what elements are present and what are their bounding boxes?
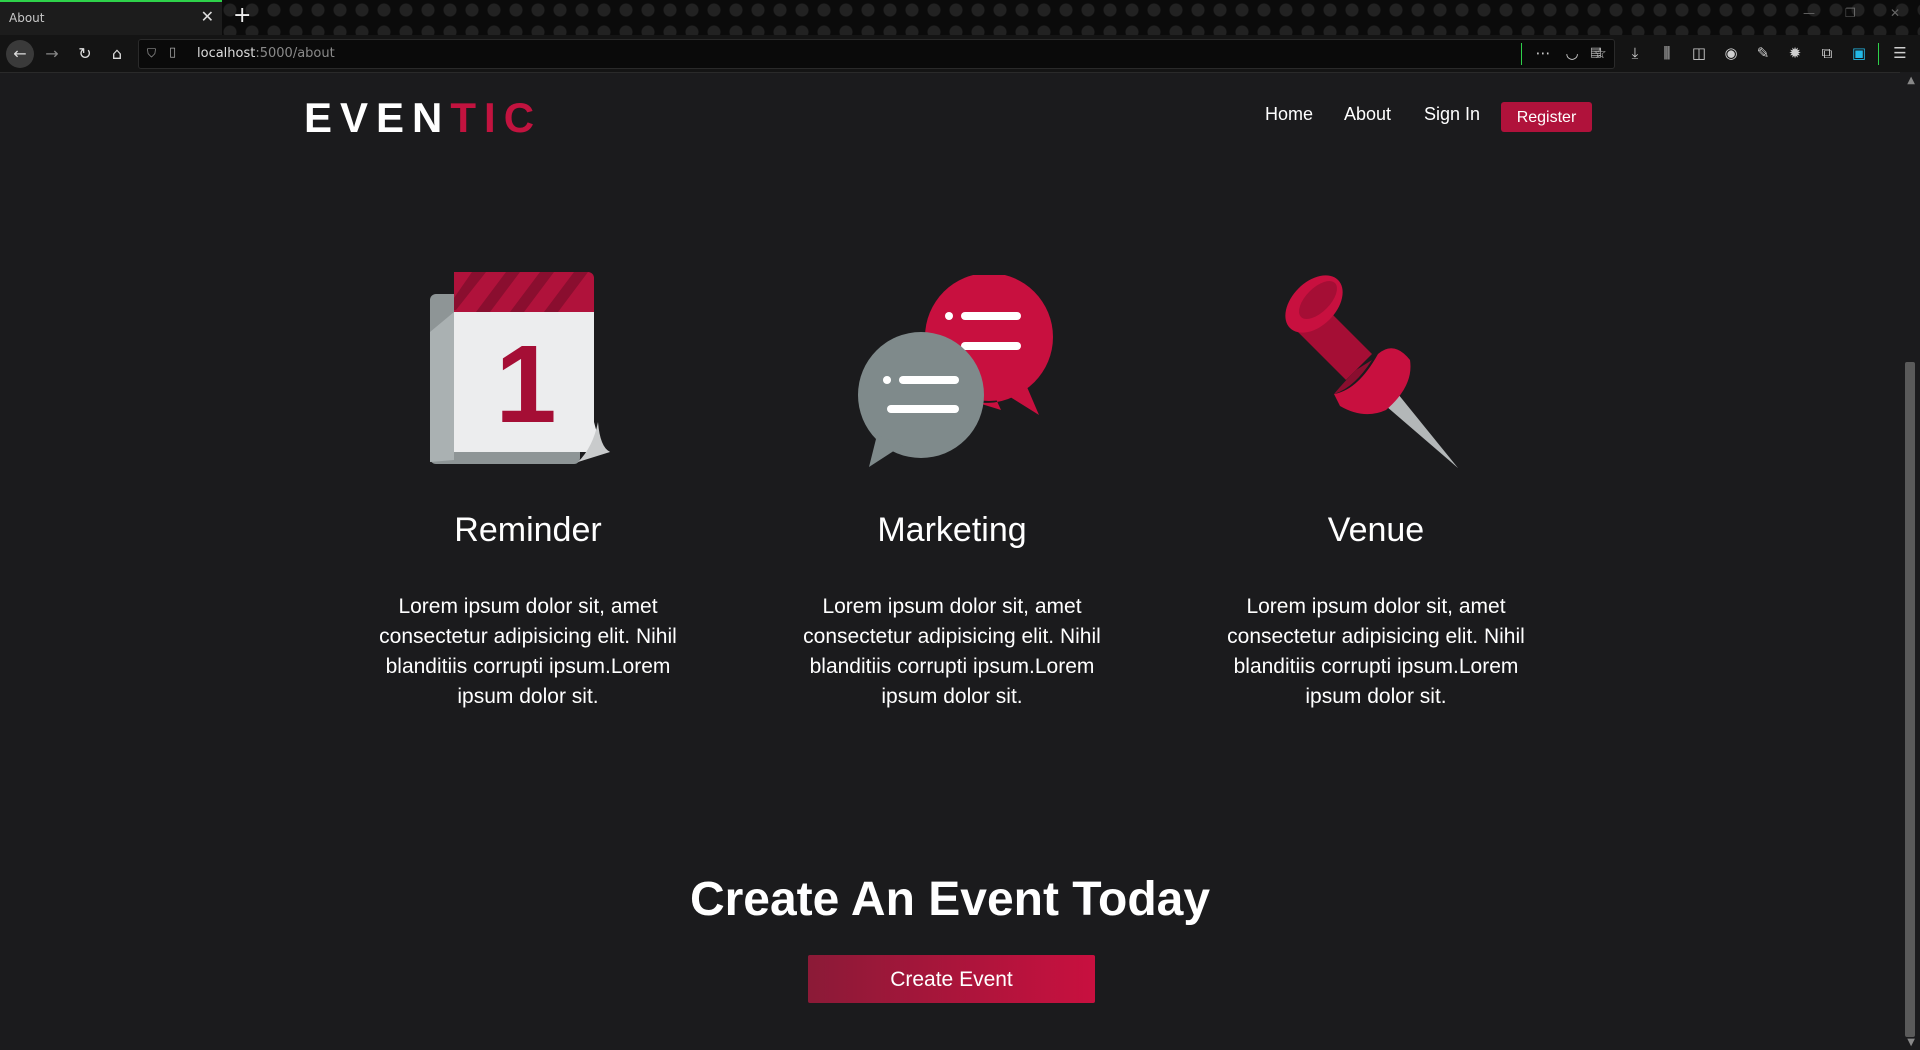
url-text[interactable]: localhost:5000/about bbox=[197, 46, 335, 61]
toolbar-divider bbox=[1521, 43, 1522, 65]
tab-title: About bbox=[9, 11, 45, 25]
save-icon[interactable]: ▣ bbox=[1849, 44, 1869, 62]
scroll-down-arrow-icon[interactable]: ▼ bbox=[1907, 1037, 1915, 1048]
nav-home[interactable]: Home bbox=[1265, 104, 1313, 125]
scroll-up-arrow-icon[interactable]: ▲ bbox=[1907, 75, 1915, 86]
cta-heading: Create An Event Today bbox=[689, 873, 1211, 926]
close-window-icon[interactable]: ✕ bbox=[1890, 6, 1900, 20]
new-tab-icon[interactable]: + bbox=[233, 3, 251, 28]
shield-icon[interactable]: ⛉ bbox=[147, 46, 156, 61]
home-icon[interactable]: ⌂ bbox=[106, 43, 128, 65]
page-info-icon[interactable]: ▯ bbox=[169, 45, 176, 60]
toolbar-divider bbox=[1878, 43, 1879, 65]
active-tab[interactable]: About ✕ bbox=[0, 0, 222, 35]
pocket-icon[interactable]: ◡ bbox=[1562, 44, 1582, 62]
create-event-button[interactable]: Create Event bbox=[808, 955, 1095, 1003]
close-tab-icon[interactable]: ✕ bbox=[201, 7, 214, 26]
chat-bubbles-icon bbox=[858, 275, 1053, 467]
logo-text-red: TIC bbox=[450, 94, 543, 141]
more-actions-icon[interactable]: ⋯ bbox=[1533, 44, 1553, 62]
back-arrow-icon[interactable]: ← bbox=[6, 40, 34, 68]
logo-text-white: EVEN bbox=[304, 94, 451, 141]
feature-title: Venue bbox=[1327, 511, 1425, 549]
browser-toolbar: ← → ↻ ⌂ ⛉ ▯ localhost:5000/about ▤ ⋯ ◡ ☆… bbox=[0, 35, 1920, 73]
address-bar[interactable]: ⛉ ▯ localhost:5000/about ▤ bbox=[138, 39, 1615, 69]
screenshot-icon[interactable]: ⧉ bbox=[1817, 44, 1837, 62]
brand-logo[interactable]: EVENTIC bbox=[304, 94, 542, 142]
tab-strip: About ✕ + — ❐ ✕ bbox=[0, 0, 1920, 35]
restore-icon[interactable]: ❐ bbox=[1845, 6, 1856, 20]
settings-gear-icon[interactable]: ✹ bbox=[1785, 44, 1805, 62]
bookmark-star-icon[interactable]: ☆ bbox=[1590, 44, 1610, 62]
minimize-icon[interactable]: — bbox=[1803, 6, 1815, 20]
nav-about[interactable]: About bbox=[1344, 104, 1391, 125]
feature-description: Lorem ipsum dolor sit, amet consectetur … bbox=[803, 595, 1101, 708]
nav-sign-in[interactable]: Sign In bbox=[1424, 104, 1480, 125]
sidebar-icon[interactable]: ◫ bbox=[1689, 44, 1709, 62]
url-host: localhost bbox=[197, 46, 256, 61]
hamburger-menu-icon[interactable]: ☰ bbox=[1890, 44, 1910, 62]
account-icon[interactable]: ◉ bbox=[1721, 44, 1741, 62]
feature-description: Lorem ipsum dolor sit, amet consectetur … bbox=[379, 595, 677, 708]
feature-title: Reminder bbox=[454, 511, 602, 549]
register-button[interactable]: Register bbox=[1501, 102, 1592, 132]
pushpin-icon bbox=[1285, 275, 1458, 468]
calendar-icon: 1 bbox=[430, 272, 610, 464]
calendar-day-number: 1 bbox=[495, 323, 556, 446]
wrench-icon[interactable]: ✎ bbox=[1753, 44, 1773, 62]
page-viewport: EVENTIC Home About Sign In Register 1 Re… bbox=[0, 72, 1900, 1050]
feature-title: Marketing bbox=[877, 511, 1027, 549]
feature-description: Lorem ipsum dolor sit, amet consectetur … bbox=[1227, 595, 1525, 708]
download-icon[interactable]: ⤓ bbox=[1625, 44, 1645, 62]
reload-icon[interactable]: ↻ bbox=[74, 43, 96, 65]
scrollbar-thumb[interactable] bbox=[1905, 362, 1915, 1037]
url-path: :5000/about bbox=[255, 46, 335, 61]
forward-arrow-icon[interactable]: → bbox=[41, 43, 63, 65]
library-icon[interactable]: ⫼ bbox=[1657, 44, 1677, 62]
